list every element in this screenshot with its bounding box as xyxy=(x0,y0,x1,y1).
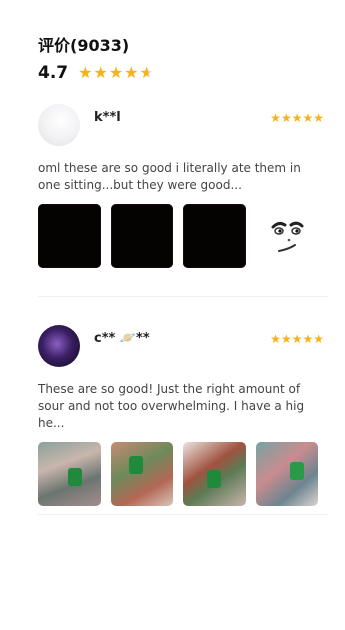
review-header: c** 🪐** ★ ★ ★ ★ ★ xyxy=(38,325,328,369)
face-sticker-icon xyxy=(271,221,304,252)
avatar[interactable] xyxy=(38,325,80,367)
review-photo[interactable] xyxy=(38,204,101,268)
review-photos xyxy=(38,204,328,268)
review-photo[interactable] xyxy=(255,204,318,268)
star-icon: ★ xyxy=(313,332,324,346)
star-icon: ★ xyxy=(270,332,281,346)
review-text[interactable]: These are so good! Just the right amount… xyxy=(38,381,310,432)
star-icon: ★ xyxy=(270,111,281,125)
review-photo[interactable] xyxy=(183,204,246,268)
review-card[interactable]: k**l ★ ★ ★ ★ ★ oml these are so good i l… xyxy=(38,104,328,268)
reviewer-name: c** 🪐** xyxy=(94,331,150,346)
star-icon: ★ xyxy=(108,63,124,82)
review-text[interactable]: oml these are so good i literally ate th… xyxy=(38,160,310,194)
review-header: k**l ★ ★ ★ ★ ★ xyxy=(38,104,328,148)
star-icon: ★ xyxy=(302,332,314,346)
review-photo[interactable] xyxy=(110,204,173,268)
review-photo[interactable] xyxy=(38,442,101,506)
package-label xyxy=(128,456,143,474)
reviewer-name: k**l xyxy=(94,110,121,125)
avatar[interactable] xyxy=(38,104,80,146)
star-icon: ★ xyxy=(124,63,139,82)
divider xyxy=(38,514,328,515)
review-photo[interactable] xyxy=(110,442,173,506)
star-icon: ★ xyxy=(280,332,292,346)
star-icon: ★ xyxy=(78,63,93,82)
review-photos xyxy=(38,442,328,506)
review-photo[interactable] xyxy=(183,442,246,506)
star-icon: ★ xyxy=(291,111,303,125)
star-half-icon: ★ xyxy=(139,63,154,82)
star-icon: ★ xyxy=(93,63,108,82)
review-stars: ★ ★ ★ ★ ★ xyxy=(270,112,324,124)
rating-value: 4.7 xyxy=(38,63,69,83)
star-icon: ★ xyxy=(291,332,303,346)
star-icon: ★ xyxy=(280,111,292,125)
overall-rating: 4.7 ★ ★ ★ ★ ★ xyxy=(38,63,155,83)
rating-stars: ★ ★ ★ ★ ★ xyxy=(78,65,155,81)
star-icon: ★ xyxy=(313,111,324,125)
package-label xyxy=(207,470,221,488)
package-label xyxy=(68,468,82,486)
review-photo[interactable] xyxy=(255,442,318,506)
review-stars: ★ ★ ★ ★ ★ xyxy=(270,333,324,345)
package-label xyxy=(289,462,304,480)
review-card[interactable]: c** 🪐** ★ ★ ★ ★ ★ These are so good! Jus… xyxy=(38,325,328,506)
reviews-title: 评价(9033) xyxy=(38,36,130,55)
divider xyxy=(38,296,328,297)
star-icon: ★ xyxy=(302,111,314,125)
